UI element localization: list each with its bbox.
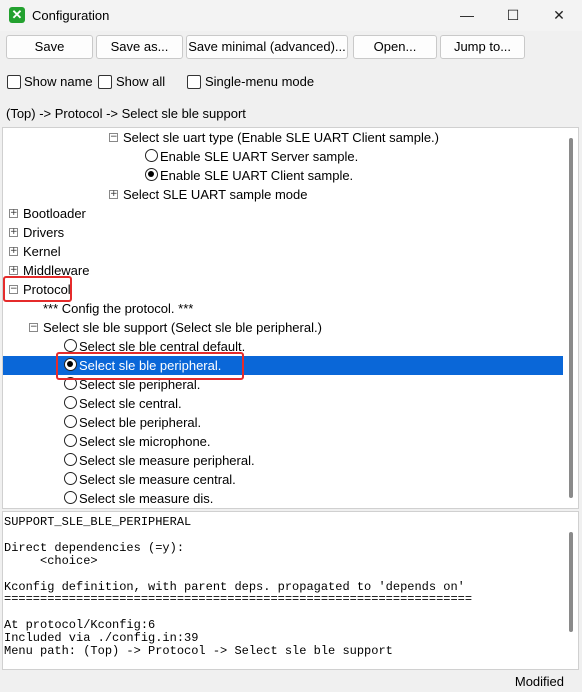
show-all-checkbox[interactable]: [98, 75, 112, 89]
single-menu-label: Single-menu mode: [205, 74, 315, 89]
tree-scrollbar-thumb[interactable]: [569, 138, 573, 498]
tree-row-label: Select sle ble support (Select sle ble p…: [43, 320, 322, 335]
save-as-button[interactable]: Save as...: [96, 35, 183, 59]
tree-row[interactable]: + Kernel: [3, 242, 563, 261]
expand-icon[interactable]: +: [9, 228, 18, 237]
radio-icon[interactable]: [145, 168, 158, 181]
tree-row[interactable]: − Protocol: [3, 280, 563, 299]
collapse-icon[interactable]: −: [29, 323, 38, 332]
radio-icon[interactable]: [64, 396, 77, 409]
highlight-box-protocol: [3, 276, 72, 302]
tree-row[interactable]: − Select sle ble support (Select sle ble…: [3, 318, 563, 337]
info-line: <choice>: [4, 554, 98, 568]
tree-row-label: Drivers: [23, 225, 65, 240]
save-button[interactable]: Save: [6, 35, 93, 59]
info-line: SUPPORT_SLE_BLE_PERIPHERAL: [4, 515, 192, 529]
tree-row-label: Select ble peripheral.: [79, 415, 202, 430]
tree-row-label: Select sle microphone.: [79, 434, 211, 449]
tree-row-label: Kernel: [23, 244, 61, 259]
tree-row[interactable]: Select sle measure dis.: [3, 489, 563, 508]
breadcrumb: (Top) -> Protocol -> Select sle ble supp…: [6, 106, 246, 121]
radio-icon[interactable]: [64, 415, 77, 428]
tree-row[interactable]: + Drivers: [3, 223, 563, 242]
info-scrollbar[interactable]: [565, 512, 578, 669]
radio-icon[interactable]: [64, 491, 77, 504]
radio-icon[interactable]: [64, 434, 77, 447]
info-scrollbar-thumb[interactable]: [569, 532, 573, 632]
tree-row-label: Select sle measure dis.: [79, 491, 214, 506]
radio-icon[interactable]: [145, 149, 158, 162]
expand-icon[interactable]: +: [109, 190, 118, 199]
radio-icon[interactable]: [64, 339, 77, 352]
tree-scrollbar[interactable]: [565, 128, 578, 508]
window-title: Configuration: [32, 8, 110, 23]
highlight-box-peripheral: [56, 352, 244, 380]
tree-row[interactable]: + Middleware: [3, 261, 563, 280]
tree-row-label: Enable SLE UART Server sample.: [160, 149, 359, 164]
expand-icon[interactable]: +: [9, 247, 18, 256]
show-name-checkbox[interactable]: [7, 75, 21, 89]
collapse-icon[interactable]: −: [109, 133, 118, 142]
status-text: Modified: [514, 674, 564, 689]
tree-row-label: Select SLE UART sample mode: [123, 187, 308, 202]
tree-row[interactable]: Select sle measure peripheral.: [3, 451, 563, 470]
tree-row-label: Select sle measure central.: [79, 472, 236, 487]
minimize-button[interactable]: —: [444, 0, 490, 31]
tree-row[interactable]: Select sle central.: [3, 394, 563, 413]
show-name-label: Show name: [24, 74, 93, 89]
info-panel: SUPPORT_SLE_BLE_PERIPHERAL Direct depend…: [2, 511, 579, 670]
tree-row[interactable]: Enable SLE UART Server sample.: [3, 147, 563, 166]
single-menu-checkbox[interactable]: [187, 75, 201, 89]
info-line: Menu path: (Top) -> Protocol -> Select s…: [4, 644, 393, 658]
tree-row[interactable]: + Select SLE UART sample mode: [3, 185, 563, 204]
expand-icon[interactable]: +: [9, 266, 18, 275]
app-icon: ✕: [9, 7, 25, 23]
radio-icon[interactable]: [64, 453, 77, 466]
open-button[interactable]: Open...: [353, 35, 437, 59]
tree-row[interactable]: − Select sle uart type (Enable SLE UART …: [3, 128, 563, 147]
tree-row[interactable]: + Bootloader: [3, 204, 563, 223]
expand-icon[interactable]: +: [9, 209, 18, 218]
maximize-button[interactable]: ☐: [490, 0, 536, 31]
tree-row-label: Select sle measure peripheral.: [79, 453, 255, 468]
tree-row[interactable]: Select sle microphone.: [3, 432, 563, 451]
info-line: ========================================…: [4, 592, 473, 606]
menu-tree[interactable]: − Select sle uart type (Enable SLE UART …: [2, 127, 579, 509]
tree-row[interactable]: Select sle measure central.: [3, 470, 563, 489]
tree-row-label: Select sle central.: [79, 396, 182, 411]
tree-row: *** Config the protocol. ***: [3, 299, 563, 318]
tree-row-label: Select sle uart type (Enable SLE UART Cl…: [123, 130, 439, 145]
tree-row[interactable]: Enable SLE UART Client sample.: [3, 166, 563, 185]
tree-row-label: Enable SLE UART Client sample.: [160, 168, 354, 183]
jump-to-button[interactable]: Jump to...: [440, 35, 525, 59]
show-all-label: Show all: [116, 74, 166, 89]
tree-row[interactable]: Select ble peripheral.: [3, 413, 563, 432]
tree-row-label: Bootloader: [23, 206, 86, 221]
close-button[interactable]: ✕: [536, 0, 582, 31]
save-minimal-button[interactable]: Save minimal (advanced)...: [186, 35, 348, 59]
radio-icon[interactable]: [64, 472, 77, 485]
title-bar: ✕ Configuration — ☐ ✕: [0, 0, 582, 31]
